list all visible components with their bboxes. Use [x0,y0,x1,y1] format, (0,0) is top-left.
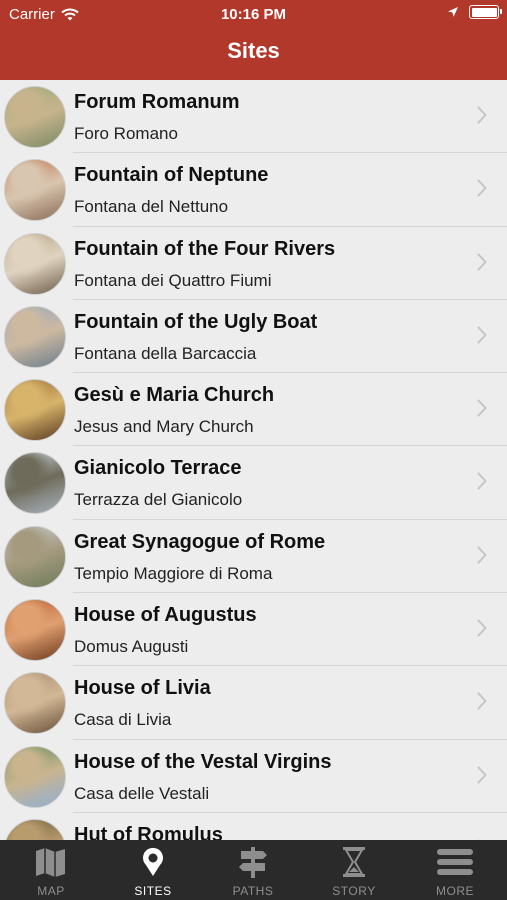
tab-label: SITES [134,884,172,898]
site-subtitle: Terrazza del Gianicolo [74,490,243,510]
battery-icon [469,5,502,19]
signpost-icon [239,847,267,878]
map-icon [36,848,65,877]
site-row[interactable]: House of the Vestal Virgins Casa delle V… [0,740,507,814]
site-thumbnail [4,452,66,515]
site-row[interactable]: Fountain of the Ugly Boat Fontana della … [0,300,507,374]
chevron-right-icon [477,399,487,417]
tab-label: MAP [37,884,65,898]
site-row[interactable]: Great Synagogue of Rome Tempio Maggiore … [0,520,507,594]
site-name: Gesù e Maria Church [74,384,275,407]
sites-list[interactable]: Forum Romanum Foro Romano Fountain of Ne… [0,80,507,840]
chevron-right-icon [477,619,487,637]
site-subtitle: Fontana della Barcaccia [74,343,257,363]
status-right-group [447,5,502,19]
site-thumbnail [4,232,66,295]
site-subtitle: Casa delle Vestali [74,783,210,803]
site-subtitle: Fontana del Nettuno [74,197,229,217]
navigation-header: Carrier 10:16 PM Sites [0,0,507,80]
tab-label: STORY [332,884,376,898]
site-subtitle: Tempio Maggiore di Roma [74,563,273,583]
site-name: House of the Vestal Virgins [74,750,332,773]
site-thumbnail [4,818,66,840]
tab-label: PATHS [232,884,274,898]
tab-paths[interactable]: PATHS [203,840,303,900]
chevron-right-icon [477,106,487,124]
chevron-right-icon [477,546,487,564]
site-thumbnail [4,525,66,588]
site-thumbnail [4,379,66,442]
hourglass-icon [343,847,365,877]
chevron-right-icon [477,179,487,197]
tab-bar: MAP SITES PATHS STORY MORE [0,840,507,900]
site-subtitle: Fontana dei Quattro Fiumi [74,270,272,290]
site-thumbnail [4,672,66,735]
site-row[interactable]: Gesù e Maria Church Jesus and Mary Churc… [0,373,507,447]
page-title: Sites [227,38,280,63]
tab-story[interactable]: STORY [304,840,404,900]
site-name: House of Augustus [74,604,257,627]
site-name: Great Synagogue of Rome [74,530,326,553]
site-subtitle: Casa di Livia [74,710,172,730]
status-time: 10:16 PM [220,6,287,23]
tab-label: MORE [436,884,474,898]
site-row[interactable]: Fountain of Neptune Fontana del Nettuno [0,153,507,227]
chevron-right-icon [477,326,487,344]
site-name: Fountain of the Ugly Boat [74,310,318,333]
tab-sites[interactable]: SITES [103,840,203,900]
site-row[interactable]: Forum Romanum Foro Romano [0,80,507,154]
site-thumbnail [4,599,66,662]
site-thumbnail [4,86,66,148]
map-pin-icon [143,847,163,876]
chevron-right-icon [477,253,487,271]
site-row[interactable]: House of Augustus Domus Augusti [0,593,507,667]
tab-map[interactable]: MAP [1,840,101,900]
tab-more[interactable]: MORE [405,840,505,900]
location-arrow-icon [448,7,458,17]
site-thumbnail [4,159,66,222]
site-name: Fountain of Neptune [74,164,269,187]
chevron-right-icon [477,472,487,490]
site-row[interactable]: Gianicolo Terrace Terrazza del Gianicolo [0,446,507,521]
site-subtitle: Foro Romano [74,124,178,143]
chevron-right-icon [477,766,487,784]
menu-icon [437,849,473,875]
site-row[interactable]: House of Livia Casa di Livia [0,666,507,740]
site-name: Forum Romanum [74,91,240,113]
site-subtitle: Jesus and Mary Church [74,417,254,437]
site-subtitle: Domus Augusti [74,637,189,657]
site-name: Fountain of the Four Rivers [74,237,336,260]
site-name: Hut of Romulus [74,823,223,840]
status-bar: Carrier 10:16 PM [0,0,507,28]
site-thumbnail [4,745,66,808]
site-row[interactable]: Fountain of the Four Rivers Fontana dei … [0,227,507,301]
site-thumbnail [4,305,66,368]
chevron-right-icon [477,692,487,710]
site-name: Gianicolo Terrace [74,457,242,480]
site-row[interactable]: Hut of Romulus Casa Romuli [0,813,507,840]
site-name: House of Livia [74,677,211,700]
